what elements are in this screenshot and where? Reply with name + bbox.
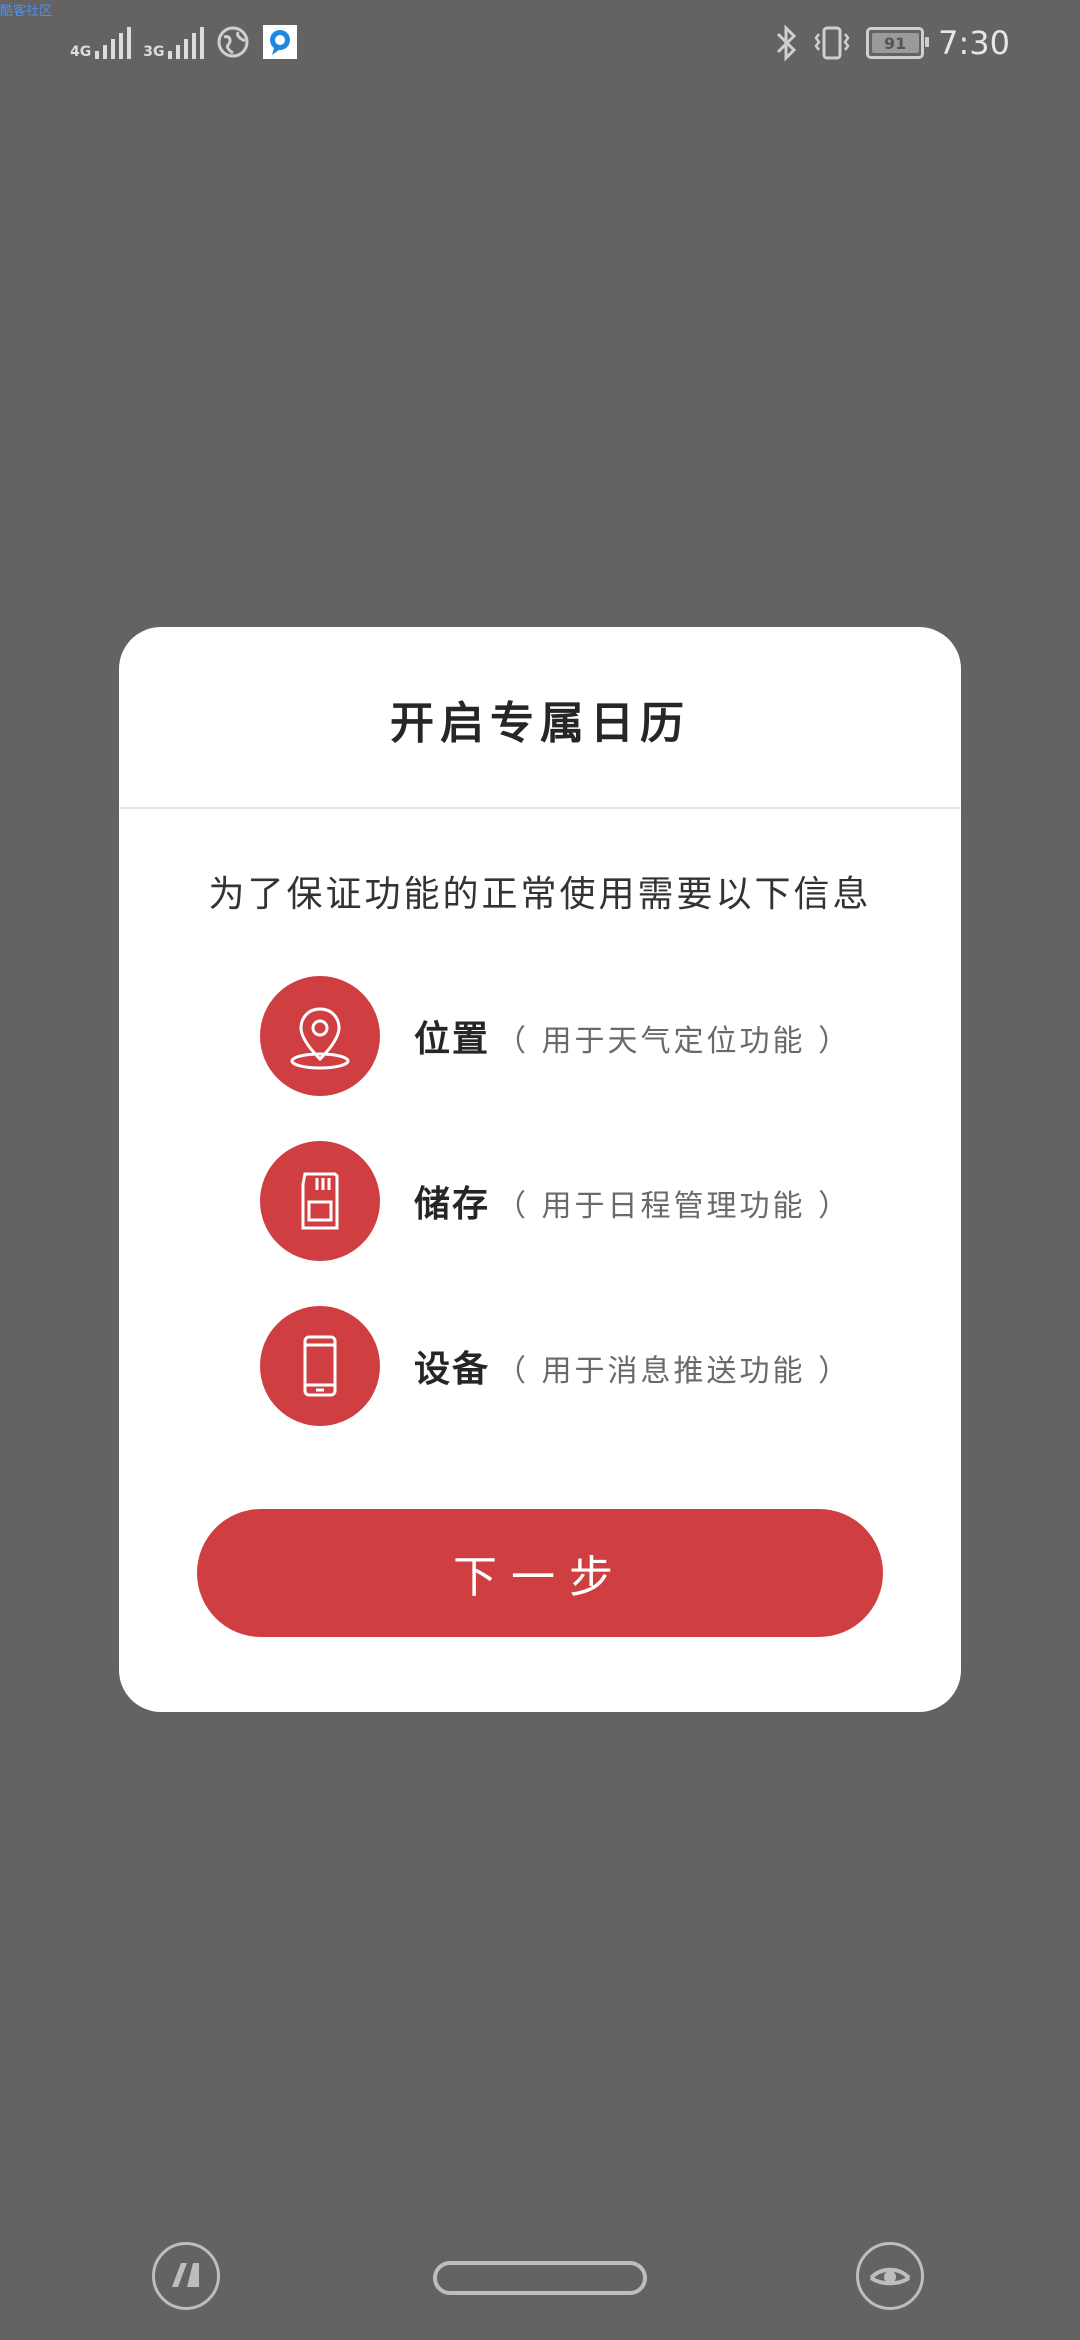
permission-name: 位置 <box>414 1019 491 1060</box>
eye-icon <box>869 2267 911 2286</box>
battery-icon: 91 <box>866 27 930 59</box>
nav-home-bar[interactable] <box>433 2261 647 2295</box>
battery-level: 91 <box>884 33 907 53</box>
dialog-title: 开启专属日历 <box>390 698 690 749</box>
permission-desc: （ 用于消息推送功能 ） <box>496 1354 852 1389</box>
vibrate-icon <box>814 26 850 60</box>
permission-desc: （ 用于日程管理功能 ） <box>496 1189 852 1224</box>
assistant-icon <box>172 2263 199 2287</box>
sd-card-icon <box>260 1141 380 1261</box>
signal-4g-icon: 4G <box>70 25 132 60</box>
status-time: 7:30 <box>938 24 1010 62</box>
next-step-button[interactable]: 下一步 <box>197 1509 883 1637</box>
permission-dialog: 开启专属日历 为了保证功能的正常使用需要以下信息 位置 （ 用于天气定位功能 ） <box>119 627 961 1712</box>
permission-name: 储存 <box>414 1184 491 1225</box>
network-type-4g: 4G <box>70 44 92 60</box>
nav-assistant-button[interactable] <box>152 2242 220 2310</box>
title-divider <box>119 807 961 809</box>
permission-desc: （ 用于天气定位功能 ） <box>496 1024 852 1059</box>
nav-eye-button[interactable] <box>856 2242 924 2310</box>
permission-name: 设备 <box>414 1349 491 1390</box>
signal-3g-icon: 3G <box>143 25 205 60</box>
permission-row-device: 设备 （ 用于消息推送功能 ） <box>260 1306 851 1426</box>
app-notification-icon <box>263 25 298 59</box>
dialog-subtitle: 为了保证功能的正常使用需要以下信息 <box>208 874 872 915</box>
status-bar: 4G 3G 91 7:30 <box>0 0 1080 90</box>
network-type-3g: 3G <box>143 44 165 60</box>
permission-row-storage: 储存 （ 用于日程管理功能 ） <box>260 1141 851 1261</box>
globe-icon <box>217 26 249 58</box>
phone-icon <box>260 1306 380 1426</box>
permission-row-location: 位置 （ 用于天气定位功能 ） <box>260 976 851 1096</box>
bluetooth-icon <box>777 24 797 62</box>
location-pin-icon <box>260 976 380 1096</box>
